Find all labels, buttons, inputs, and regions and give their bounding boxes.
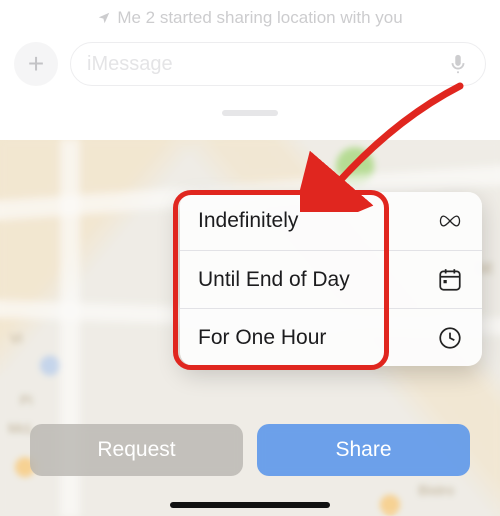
option-indefinitely[interactable]: Indefinitely [180, 192, 482, 250]
message-input[interactable]: iMessage [70, 42, 486, 86]
plus-icon: + [28, 48, 44, 80]
option-label: For One Hour [198, 326, 326, 350]
app-drawer-grabber[interactable] [222, 110, 278, 116]
calendar-icon [436, 267, 464, 293]
location-arrow-icon [97, 11, 111, 25]
status-line: Me 2 started sharing location with you [14, 6, 486, 28]
option-label: Until End of Day [198, 268, 350, 292]
share-label: Share [335, 438, 391, 462]
add-button[interactable]: + [14, 42, 58, 86]
dictate-button[interactable] [447, 53, 469, 75]
share-duration-popup: Indefinitely Until End of Day For One Ho… [180, 192, 482, 366]
message-placeholder: iMessage [87, 53, 173, 76]
option-label: Indefinitely [198, 209, 298, 233]
home-indicator [170, 502, 330, 508]
clock-icon [436, 325, 464, 351]
infinity-icon [436, 208, 464, 234]
share-button[interactable]: Share [257, 424, 470, 476]
option-one-hour[interactable]: For One Hour [180, 308, 482, 366]
microphone-icon [447, 53, 469, 75]
request-button[interactable]: Request [30, 424, 243, 476]
status-text: Me 2 started sharing location with you [117, 8, 402, 28]
request-label: Request [97, 438, 175, 462]
option-end-of-day[interactable]: Until End of Day [180, 250, 482, 308]
